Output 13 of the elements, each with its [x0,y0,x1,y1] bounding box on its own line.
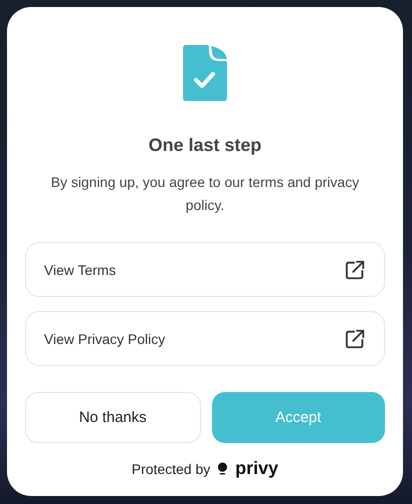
link-row[interactable]: View Terms [25,242,385,297]
dialog-description: By signing up, you agree to our terms and privacy policy. [50,173,360,215]
brand-logo-icon [217,462,228,475]
footer-text: Protected by [132,460,210,476]
external-link-icon [344,328,366,350]
brand-name: privy [235,458,278,479]
decline-button[interactable]: No thanks [25,392,200,443]
link-row[interactable]: View Privacy Policy [25,311,385,366]
link-label: View Terms [44,262,116,278]
link-label: View Privacy Policy [44,330,166,346]
dialog-title: One last step [148,135,262,156]
document-check-icon [183,45,227,101]
external-link-icon [344,258,366,280]
